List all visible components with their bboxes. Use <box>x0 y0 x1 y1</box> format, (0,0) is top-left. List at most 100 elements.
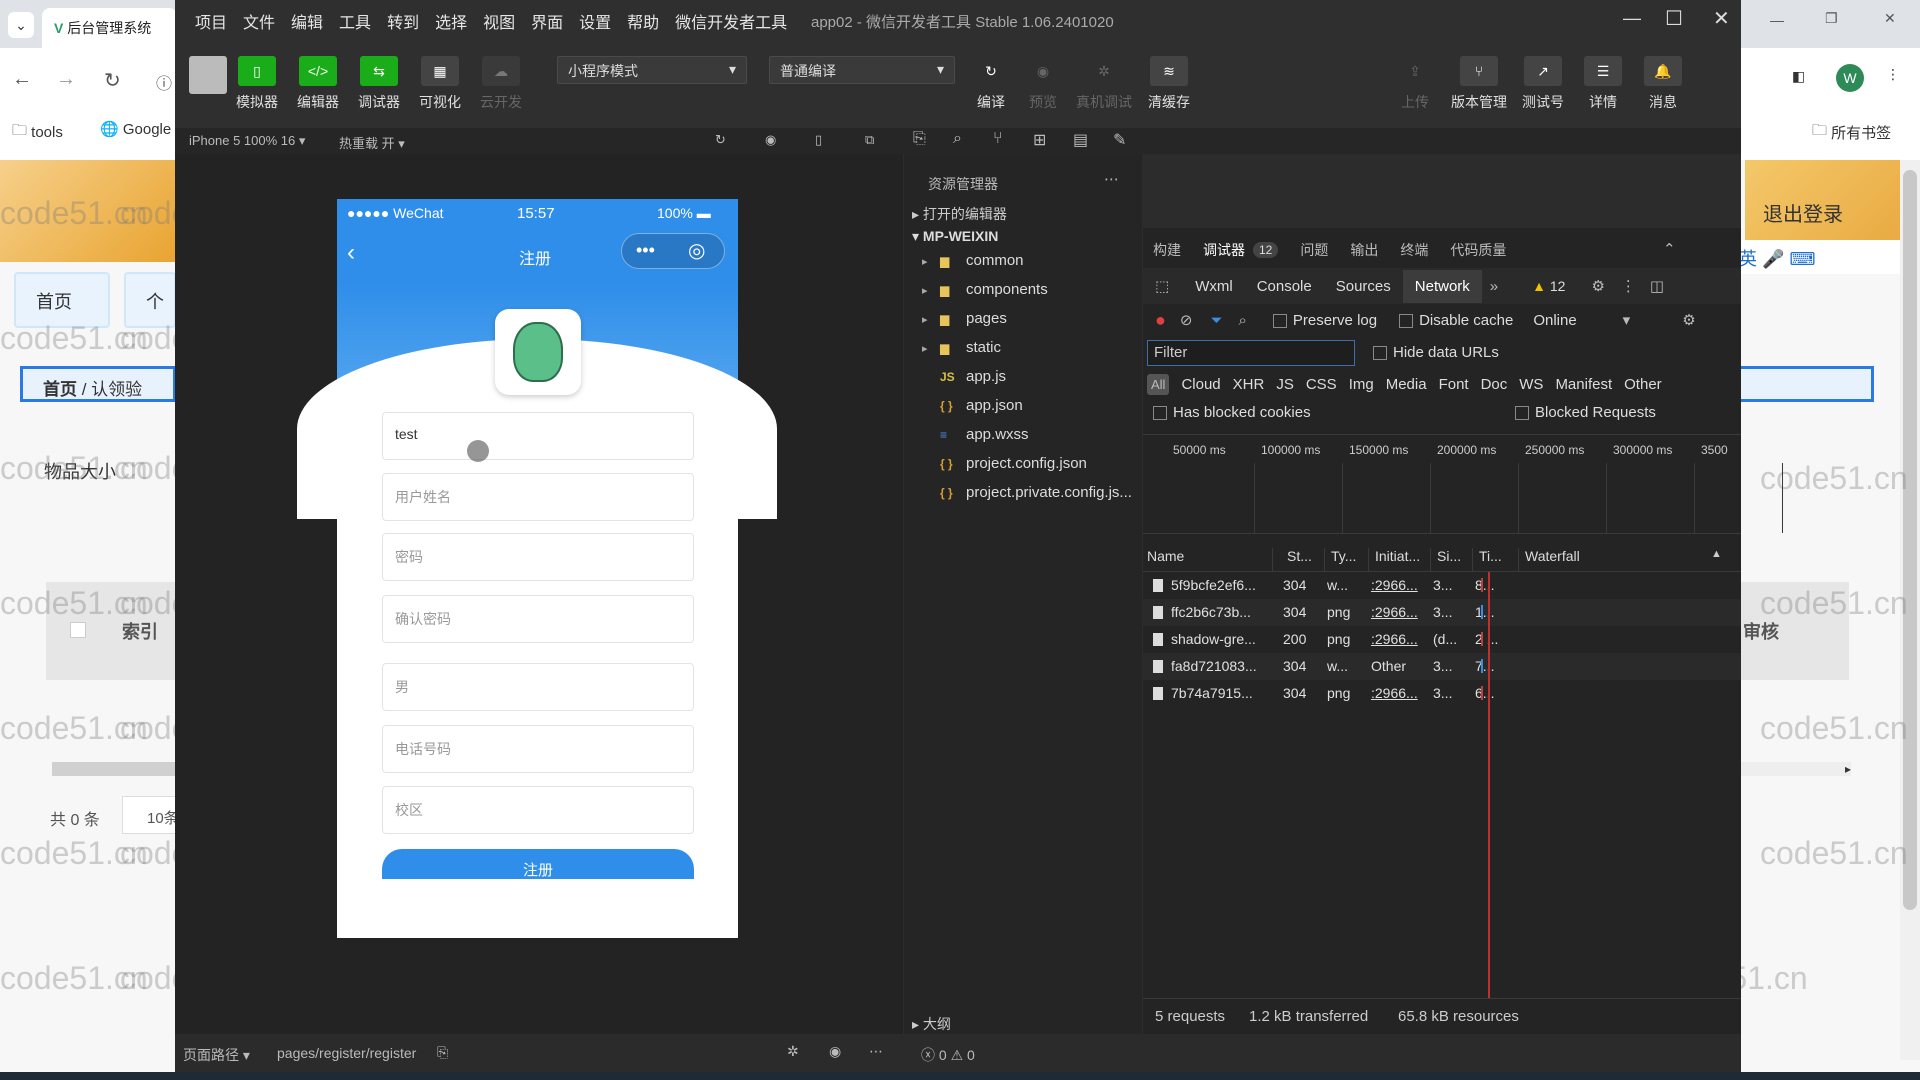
preserve-log-checkbox[interactable]: Preserve log <box>1272 312 1377 329</box>
version-button[interactable]: ⑂ 版本管理 <box>1445 56 1513 112</box>
file-tree-item[interactable]: { } project.config.json <box>922 449 1142 478</box>
sidebar-icon[interactable]: ◧ <box>1792 68 1805 85</box>
table-row[interactable]: 5f9bcfe2ef6... 304 w...:2966... 3... 8... <box>1143 572 1741 599</box>
bookmark-google[interactable]: 🌐 Google <box>100 120 171 139</box>
browser-tab[interactable]: V 后台管理系统 <box>42 8 177 48</box>
hot-reload-toggle[interactable]: 热重载 开 ▾ <box>339 133 405 152</box>
register-button[interactable]: 注册 <box>382 849 694 879</box>
menu-item[interactable]: 微信开发者工具 <box>675 9 787 33</box>
home-tab[interactable]: 首页 <box>14 272 110 328</box>
type-filter-doc[interactable]: Doc <box>1481 376 1508 393</box>
editor-button[interactable]: </> 编辑器 <box>294 56 342 112</box>
files-icon[interactable]: ⎘ <box>913 130 926 148</box>
rotate-icon[interactable]: ↻ <box>715 132 726 148</box>
forward-icon[interactable]: → <box>56 68 76 91</box>
tab-wxml[interactable]: Wxml <box>1183 270 1245 303</box>
simulator-button[interactable]: ▯ 模拟器 <box>233 56 281 112</box>
page-path-label[interactable]: 页面路径 ▾ <box>183 1045 250 1065</box>
h-scrollbar[interactable] <box>52 762 176 776</box>
close-icon[interactable]: ✕ <box>1884 10 1896 27</box>
real-name-input[interactable]: 用户姓名 <box>382 473 694 521</box>
file-tree-item[interactable]: ▸ ▆ pages <box>922 304 1142 333</box>
problems-indicator[interactable]: ⓧ 0 ⚠ 0 <box>921 1045 975 1065</box>
device-select[interactable]: iPhone 5 100% 16 ▾ <box>189 133 305 149</box>
hide-data-urls-checkbox[interactable]: Hide data URLs <box>1373 344 1499 361</box>
bug-icon[interactable]: ✲ <box>787 1043 799 1060</box>
type-filter-cloud[interactable]: Cloud <box>1181 376 1220 393</box>
phone-outline-icon[interactable]: ▯ <box>815 132 822 148</box>
cloud-button[interactable]: ☁ 云开发 <box>477 56 525 112</box>
breadcrumb-home[interactable]: 首页 <box>43 380 77 399</box>
bookmark-tools[interactable]: 🗀 tools <box>12 120 63 145</box>
filter-icon[interactable]: ⏷ <box>1210 312 1222 329</box>
sort-up-icon[interactable]: ▲ <box>1711 548 1722 560</box>
logout-link[interactable]: 退出登录 <box>1763 198 1843 227</box>
type-filter-other[interactable]: Other <box>1624 376 1662 393</box>
record-icon[interactable]: ● <box>1155 310 1166 331</box>
close-icon[interactable]: ✕ <box>1713 6 1730 31</box>
capsule-button[interactable]: ••• ◎ <box>621 233 725 269</box>
menu-item[interactable]: 项目 <box>195 9 227 33</box>
restore-icon[interactable]: ❐ <box>1825 10 1838 27</box>
dock-icon[interactable]: ◫ <box>1650 277 1664 295</box>
column-header[interactable]: St... <box>1287 548 1325 574</box>
reload-icon[interactable]: ↻ <box>104 68 121 93</box>
preview-button[interactable]: ◉ 预览 <box>1017 56 1069 112</box>
tab-debugger[interactable]: 调试器 <box>1203 240 1245 260</box>
table-row[interactable]: shadow-gre... 200 png:2966... (d... 2 ... <box>1143 626 1741 653</box>
back-icon[interactable]: ← <box>12 68 32 91</box>
maximize-icon[interactable]: ☐ <box>1665 6 1683 31</box>
column-header[interactable]: Si... <box>1437 548 1473 574</box>
avatar[interactable]: W <box>1836 64 1864 92</box>
menu-icon[interactable]: ⋮ <box>1886 66 1900 83</box>
brush-icon[interactable]: ✎ <box>1113 130 1126 150</box>
remote-debug-button[interactable]: ✲ 真机调试 <box>1069 56 1139 112</box>
mode-select[interactable]: 小程序模式 ▾ <box>557 56 747 84</box>
menu-item[interactable]: 转到 <box>387 9 419 33</box>
type-filter-font[interactable]: Font <box>1439 376 1469 393</box>
window-icon[interactable]: ⧉ <box>865 132 874 148</box>
select-all-checkbox[interactable] <box>70 622 86 638</box>
type-filter-css[interactable]: CSS <box>1306 376 1337 393</box>
tab-console[interactable]: Console <box>1245 270 1324 303</box>
keyboard-icon[interactable]: ⌨ <box>1789 249 1815 269</box>
avatar[interactable] <box>189 56 227 94</box>
compile-button[interactable]: ↻ 编译 <box>965 56 1017 112</box>
menu-item[interactable]: 帮助 <box>627 9 659 33</box>
ime-lang[interactable]: 英 <box>1739 249 1757 269</box>
type-filter-ws[interactable]: WS <box>1519 376 1543 393</box>
menu-item[interactable]: 编辑 <box>291 9 323 33</box>
collapse-icon[interactable]: ⌃ <box>1663 240 1676 258</box>
menu-item[interactable]: 视图 <box>483 9 515 33</box>
menu-item[interactable]: 工具 <box>339 9 371 33</box>
tab-problems[interactable]: 问题 <box>1300 240 1328 260</box>
h-scrollbar-right[interactable]: ▸ <box>1741 762 1851 776</box>
details-button[interactable]: ☰ 详情 <box>1573 56 1633 112</box>
type-filter-all[interactable]: All <box>1147 374 1170 395</box>
project-section[interactable]: ▾ MP-WEIXIN <box>912 228 998 245</box>
more-vert-icon[interactable]: ⋮ <box>1621 277 1636 295</box>
compile-select[interactable]: 普通编译 ▾ <box>769 56 955 84</box>
network-settings-icon[interactable]: ⚙ <box>1682 311 1695 329</box>
page-size-select[interactable]: 10条 <box>122 796 176 834</box>
type-filter-xhr[interactable]: XHR <box>1233 376 1265 393</box>
type-filter-manifest[interactable]: Manifest <box>1555 376 1612 393</box>
git-icon[interactable]: ⑂ <box>993 130 1003 148</box>
tab-network[interactable]: Network <box>1402 269 1482 303</box>
confirm-password-input[interactable]: 确认密码 <box>382 595 694 643</box>
test-account-button[interactable]: ↗ 测试号 <box>1513 56 1573 112</box>
file-tree-item[interactable]: { } project.private.config.js... <box>922 478 1142 507</box>
phone-input[interactable]: 电话号码 <box>382 725 694 773</box>
tab-sources[interactable]: Sources <box>1324 270 1403 303</box>
file-tree-item[interactable]: ▸ ▆ components <box>922 275 1142 304</box>
settings-icon[interactable]: ⚙ <box>1591 277 1604 295</box>
file-tree-item[interactable]: { } app.json <box>922 391 1142 420</box>
disable-cache-checkbox[interactable]: Disable cache <box>1399 312 1513 329</box>
filter-input[interactable]: Filter <box>1147 340 1355 366</box>
search-icon[interactable]: ⌕ <box>1238 312 1246 329</box>
inspect-icon[interactable]: ⬚ <box>1155 277 1169 295</box>
search-icon[interactable]: ⌕ <box>953 130 962 148</box>
extensions-icon[interactable]: ⊞ <box>1033 130 1046 150</box>
tab-code-quality[interactable]: 代码质量 <box>1450 240 1506 260</box>
password-input[interactable]: 密码 <box>382 533 694 581</box>
